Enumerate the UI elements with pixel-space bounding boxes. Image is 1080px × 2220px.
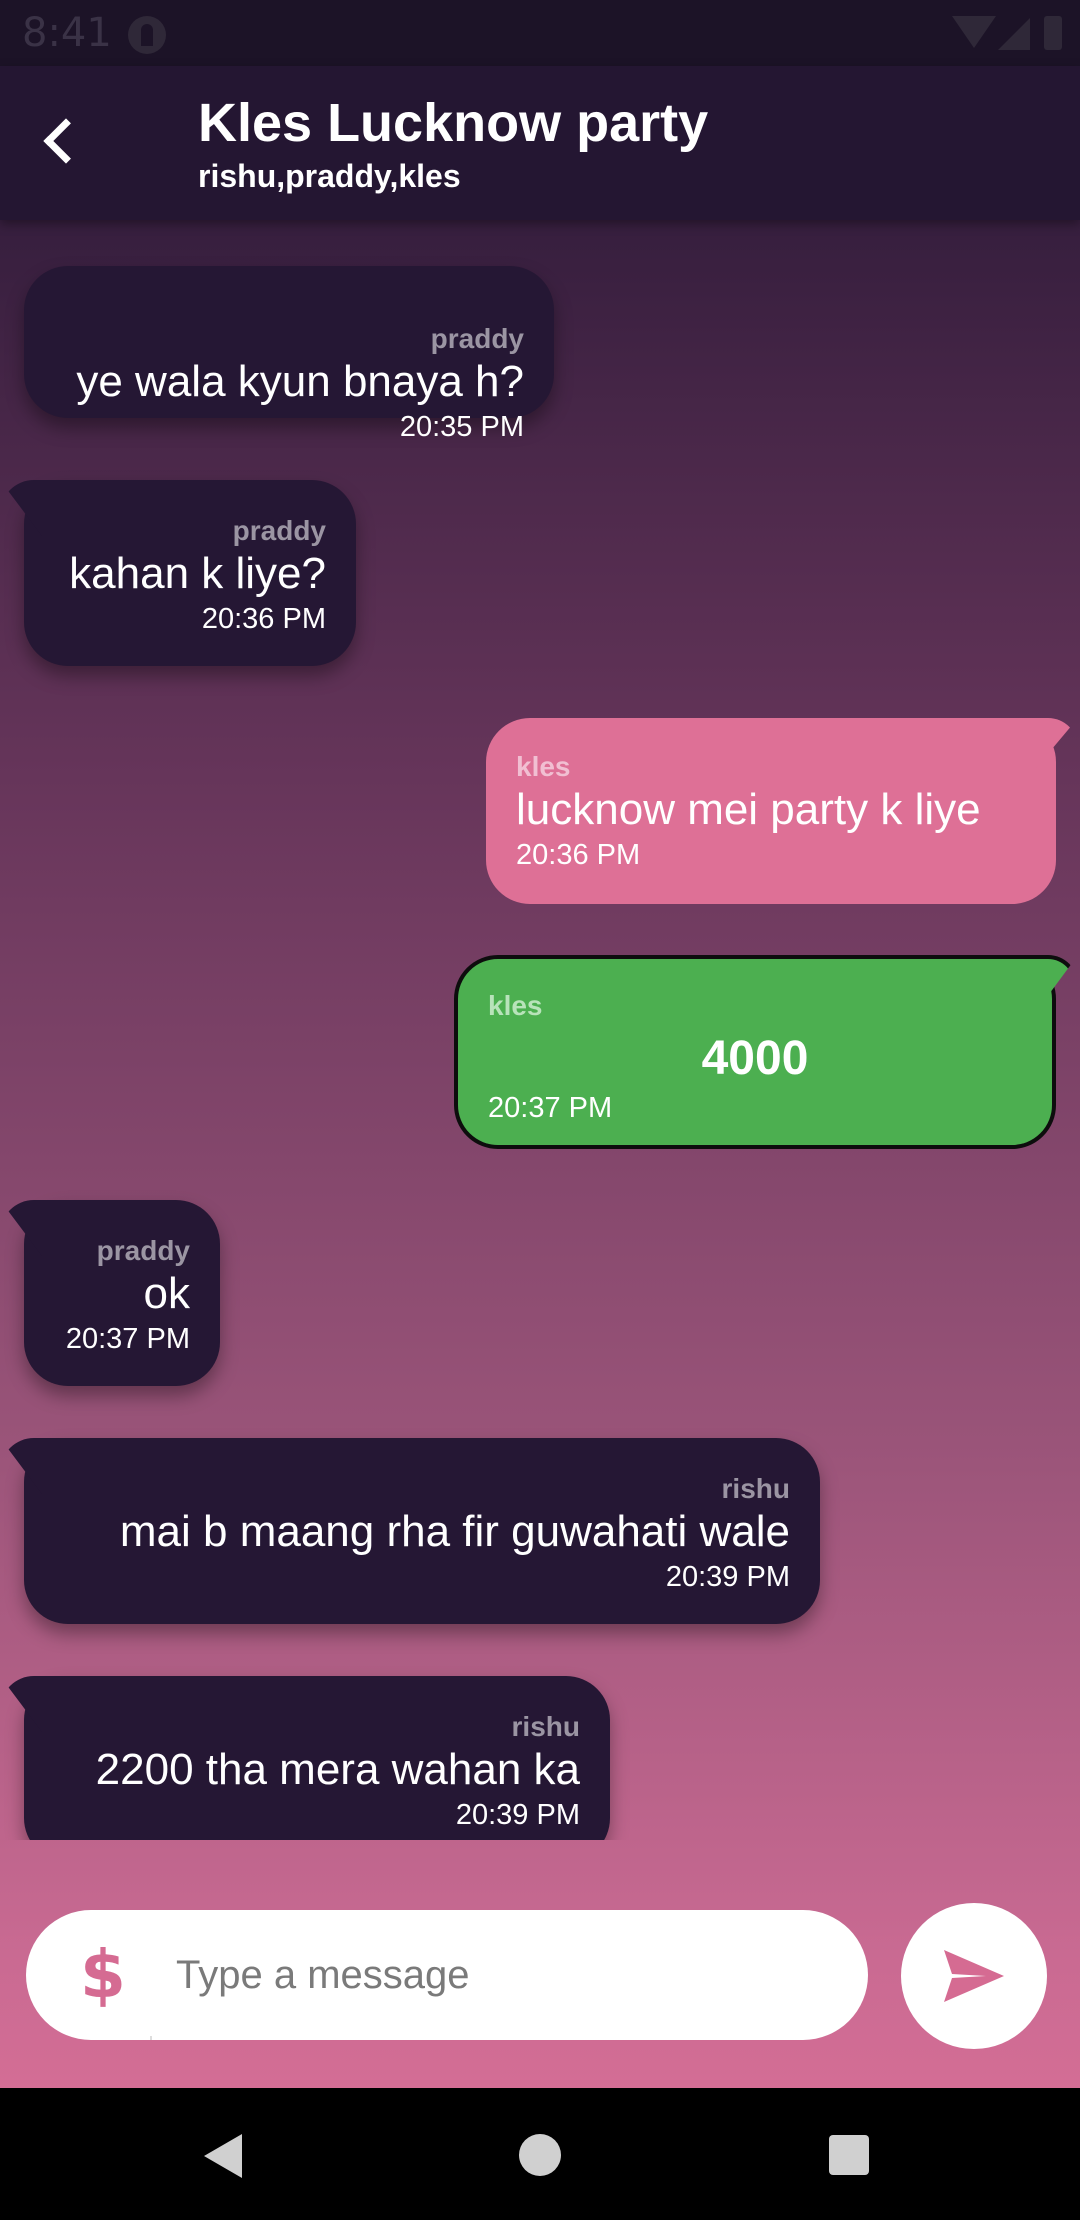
input-underline	[150, 2036, 152, 2040]
message-text: kahan k liye?	[69, 549, 326, 598]
battery-icon	[1044, 16, 1062, 50]
status-bar: 8:41	[0, 0, 1080, 66]
message-text: lucknow mei party k liye	[516, 785, 981, 834]
chat-header: Kles Lucknow party rishu,praddy,kles	[0, 66, 1080, 220]
message-sender: kles	[516, 751, 571, 782]
nav-home-icon[interactable]	[519, 2134, 561, 2176]
dollar-icon[interactable]: $	[80, 1938, 126, 2012]
message-time: 20:39 PM	[665, 1561, 790, 1593]
message-bubble[interactable]: praddy ye wala kyun bnaya h? 20:35 PM	[24, 266, 554, 443]
message-sender: rishu	[721, 1473, 790, 1504]
back-button[interactable]	[30, 106, 90, 176]
status-time: 8:41	[22, 10, 112, 56]
message-bubble[interactable]: praddy ok 20:37 PM	[24, 1200, 220, 1386]
message-time: 20:36 PM	[201, 603, 326, 635]
chat-title: Kles Lucknow party	[198, 93, 709, 153]
status-icons	[952, 16, 1062, 52]
notification-badge-icon	[128, 16, 166, 54]
nav-back-icon[interactable]	[204, 2134, 242, 2178]
message-time: 20:37 PM	[488, 1092, 613, 1124]
message-time: 20:37 PM	[65, 1323, 190, 1355]
payment-bubble[interactable]: kles 4000 20:37 PM	[454, 955, 1056, 1149]
wifi-icon	[952, 16, 996, 48]
cell-signal-icon	[998, 18, 1030, 50]
message-time: 20:35 PM	[399, 411, 524, 443]
message-bubble[interactable]: praddy kahan k liye? 20:36 PM	[24, 480, 356, 666]
message-sender: praddy	[96, 1235, 190, 1266]
message-bubble[interactable]: rishu mai b maang rha fir guwahati wale …	[24, 1438, 820, 1624]
message-time: 20:36 PM	[516, 839, 641, 871]
send-button[interactable]	[901, 1903, 1047, 2049]
message-time: 20:39 PM	[455, 1799, 580, 1831]
message-sender: praddy	[232, 515, 326, 546]
message-bubble[interactable]: rishu 2200 tha mera wahan ka 20:39 PM	[24, 1676, 610, 1840]
message-bubble[interactable]: kles lucknow mei party k liye 20:36 PM	[486, 718, 1056, 904]
message-sender: rishu	[511, 1711, 580, 1742]
message-text: ok	[143, 1269, 190, 1318]
message-sender: praddy	[430, 323, 524, 354]
message-text: ye wala kyun bnaya h?	[76, 357, 524, 406]
message-list[interactable]: praddy ye wala kyun bnaya h? 20:35 PM pr…	[0, 220, 1080, 1840]
message-composer: $	[26, 1910, 868, 2040]
nav-recents-icon[interactable]	[829, 2135, 869, 2175]
message-text: 2200 tha mera wahan ka	[95, 1745, 580, 1794]
chat-members: rishu,praddy,kles	[198, 158, 461, 194]
message-sender: kles	[488, 990, 543, 1021]
message-input[interactable]	[176, 1934, 826, 2016]
payment-amount: 4000	[701, 1032, 809, 1085]
system-nav-bar	[0, 2088, 1080, 2220]
chevron-left-icon	[43, 118, 89, 164]
message-text: mai b maang rha fir guwahati wale	[119, 1507, 790, 1556]
send-icon	[944, 1950, 1004, 2002]
